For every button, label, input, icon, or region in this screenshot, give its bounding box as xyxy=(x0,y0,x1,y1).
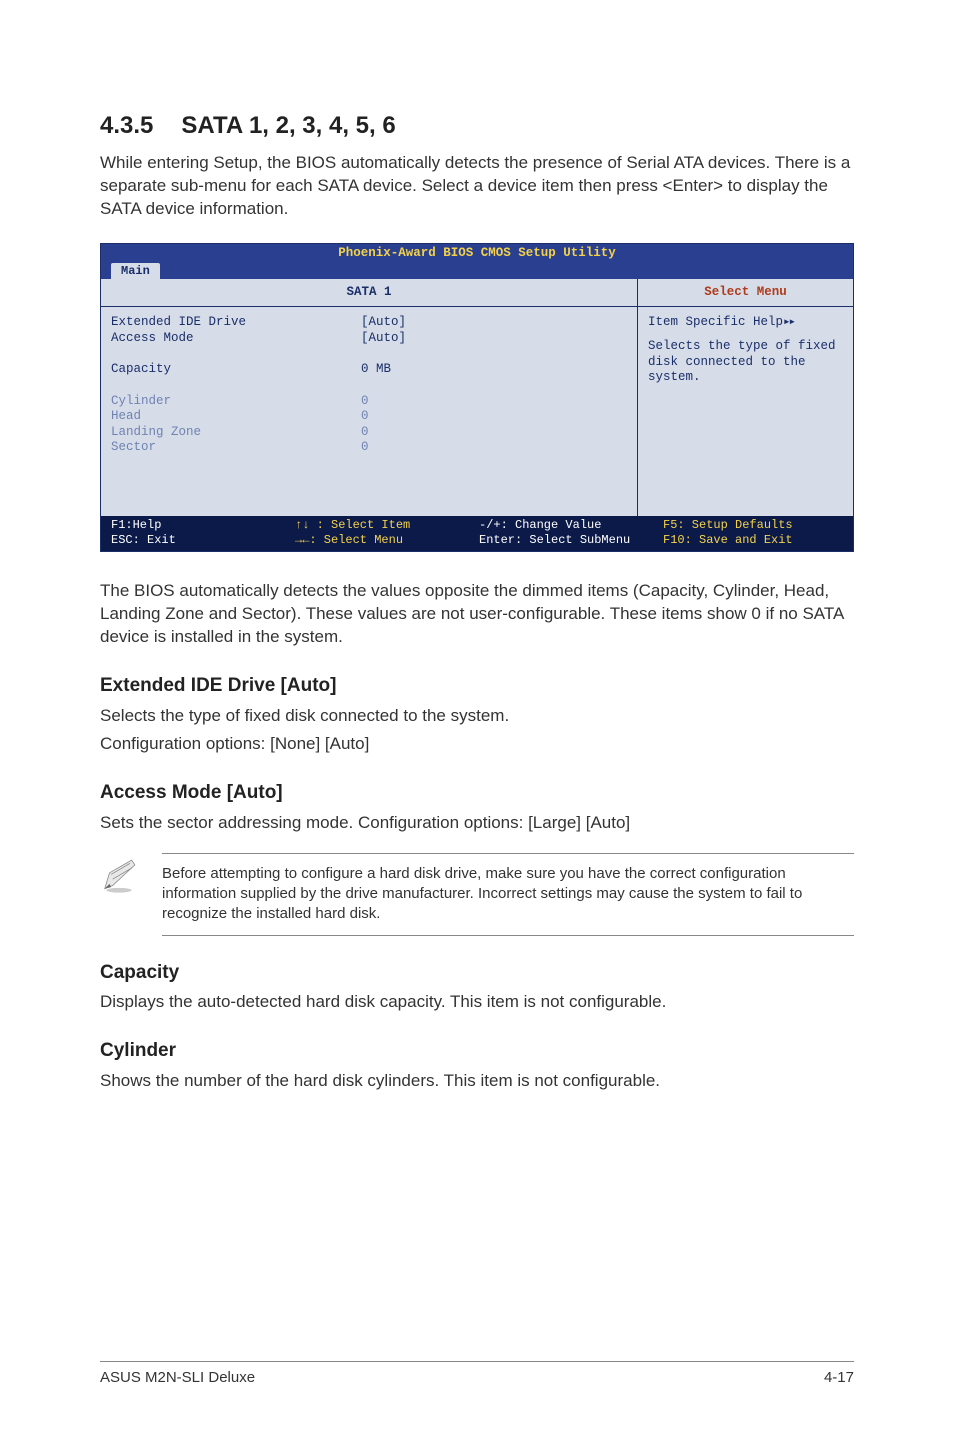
bios-right-header: Select Menu xyxy=(638,279,853,308)
bios-row-head: Head 0 xyxy=(111,409,627,425)
ext-ide-line2: Configuration options: [None] [Auto] xyxy=(100,733,854,756)
bios-left-pane: SATA 1 Extended IDE Drive [Auto] Access … xyxy=(101,279,638,516)
pencil-note-icon xyxy=(100,853,140,902)
cylinder-heading: Cylinder xyxy=(100,1038,854,1064)
bios-tab-main[interactable]: Main xyxy=(111,263,160,280)
note-box: Before attempting to configure a hard di… xyxy=(100,853,854,936)
label: Extended IDE Drive xyxy=(111,315,361,331)
bios-right-pane: Select Menu Item Specific Help▸▸ Selects… xyxy=(638,279,853,516)
value: 0 xyxy=(361,425,627,441)
bios-footer: F1:HelpESC: Exit ↑↓ : Select Item→←: Sel… xyxy=(101,516,853,551)
ext-ide-heading: Extended IDE Drive [Auto] xyxy=(100,673,854,699)
ext-ide-line1: Selects the type of fixed disk connected… xyxy=(100,705,854,728)
label: Capacity xyxy=(111,362,361,378)
bios-row-spacer xyxy=(111,378,627,394)
section-intro: While entering Setup, the BIOS automatic… xyxy=(100,152,854,221)
section-title: SATA 1, 2, 3, 4, 5, 6 xyxy=(181,112,395,139)
footer-left: ASUS M2N-SLI Deluxe xyxy=(100,1368,255,1388)
bios-row-sector: Sector 0 xyxy=(111,440,627,456)
bios-footer-col3: -/+: Change ValueEnter: Select SubMenu xyxy=(479,518,663,548)
bios-footer-col4: F5: Setup DefaultsF10: Save and Exit xyxy=(663,518,843,548)
bios-row-landing-zone: Landing Zone 0 xyxy=(111,425,627,441)
page-footer: ASUS M2N-SLI Deluxe 4-17 xyxy=(100,1361,854,1388)
value: [Auto] xyxy=(361,315,627,331)
bios-row-extended-ide[interactable]: Extended IDE Drive [Auto] xyxy=(111,315,627,331)
bios-row-spacer xyxy=(111,347,627,363)
bios-row-access-mode[interactable]: Access Mode [Auto] xyxy=(111,331,627,347)
label: Head xyxy=(111,409,361,425)
bios-row-cylinder: Cylinder 0 xyxy=(111,394,627,410)
bios-title: Phoenix-Award BIOS CMOS Setup Utility xyxy=(101,244,853,262)
bios-row-capacity[interactable]: Capacity 0 MB xyxy=(111,362,627,378)
footer-right: 4-17 xyxy=(824,1368,854,1388)
bios-screenshot: Phoenix-Award BIOS CMOS Setup Utility Ma… xyxy=(100,243,854,552)
bios-help-body: Selects the type of fixed disk connected… xyxy=(648,339,843,386)
bios-grid: SATA 1 Extended IDE Drive [Auto] Access … xyxy=(101,279,853,516)
access-mode-heading: Access Mode [Auto] xyxy=(100,780,854,806)
value: 0 xyxy=(361,409,627,425)
bios-left-body: Extended IDE Drive [Auto] Access Mode [A… xyxy=(101,307,637,516)
label: Sector xyxy=(111,440,361,456)
bios-help-title: Item Specific Help▸▸ xyxy=(648,315,843,331)
bios-footer-col2: ↑↓ : Select Item→←: Select Menu xyxy=(295,518,479,548)
section-number: 4.3.5 xyxy=(100,112,153,139)
bios-help: Item Specific Help▸▸ Selects the type of… xyxy=(638,307,853,394)
capacity-heading: Capacity xyxy=(100,960,854,986)
cylinder-line: Shows the number of the hard disk cylind… xyxy=(100,1070,854,1093)
label: Access Mode xyxy=(111,331,361,347)
value: [Auto] xyxy=(361,331,627,347)
label: Landing Zone xyxy=(111,425,361,441)
note-text: Before attempting to configure a hard di… xyxy=(162,853,854,936)
capacity-line: Displays the auto-detected hard disk cap… xyxy=(100,991,854,1014)
value: 0 xyxy=(361,440,627,456)
after-bios-text: The BIOS automatically detects the value… xyxy=(100,580,854,649)
value: 0 xyxy=(361,394,627,410)
forward-icon: ▸▸ xyxy=(783,315,794,329)
access-mode-line: Sets the sector addressing mode. Configu… xyxy=(100,812,854,835)
label: Cylinder xyxy=(111,394,361,410)
bios-footer-col1: F1:HelpESC: Exit xyxy=(111,518,295,548)
value: 0 MB xyxy=(361,362,627,378)
bios-left-header: SATA 1 xyxy=(101,279,637,308)
bios-tabbar: Main xyxy=(101,262,853,279)
section-heading: 4.3.5 SATA 1, 2, 3, 4, 5, 6 xyxy=(100,110,854,142)
